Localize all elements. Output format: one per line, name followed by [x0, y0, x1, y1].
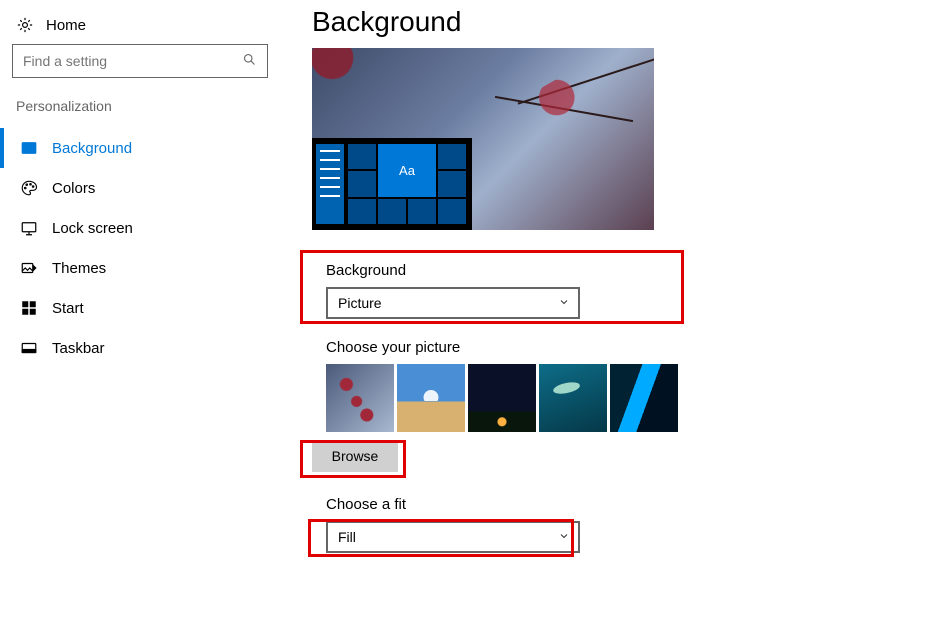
monitor-icon: [20, 219, 38, 237]
sidebar-item-label: Background: [52, 140, 132, 157]
picture-thumbnail[interactable]: [610, 364, 678, 432]
chevron-down-icon: [558, 296, 570, 311]
sidebar-item-label: Start: [52, 300, 84, 317]
preview-accent-tile: Aa: [378, 144, 436, 197]
background-mode-label: Background: [326, 262, 941, 279]
choose-picture-label: Choose your picture: [326, 339, 941, 356]
sidebar-item-background[interactable]: Background: [0, 128, 280, 168]
palette-icon: [20, 179, 38, 197]
search-input[interactable]: [23, 53, 242, 69]
sidebar-item-label: Colors: [52, 180, 95, 197]
fit-select[interactable]: Fill: [326, 521, 580, 553]
picture-thumbnail[interactable]: [326, 364, 394, 432]
sidebar-item-lock-screen[interactable]: Lock screen: [0, 208, 280, 248]
sidebar-item-themes[interactable]: Themes: [0, 248, 280, 288]
picture-thumbnail[interactable]: [468, 364, 536, 432]
sidebar-item-label: Lock screen: [52, 220, 133, 237]
home-nav[interactable]: Home: [0, 10, 280, 44]
chevron-down-icon: [558, 530, 570, 545]
section-header: Personalization: [0, 94, 280, 128]
preview-start-menu: Aa: [312, 138, 472, 230]
picture-thumbnail-row: [326, 364, 941, 432]
background-mode-select[interactable]: Picture: [326, 287, 580, 319]
sidebar-item-label: Themes: [52, 260, 106, 277]
browse-button[interactable]: Browse: [312, 440, 398, 472]
start-grid-icon: [20, 299, 38, 317]
sidebar-item-start[interactable]: Start: [0, 288, 280, 328]
search-input-container[interactable]: [12, 44, 268, 78]
search-icon: [242, 52, 257, 70]
sidebar: Home Personalization Background: [0, 0, 280, 553]
gear-icon: [16, 16, 34, 34]
browse-button-label: Browse: [332, 448, 379, 464]
choose-fit-label: Choose a fit: [326, 496, 941, 513]
sidebar-item-label: Taskbar: [52, 340, 105, 357]
picture-thumbnail[interactable]: [397, 364, 465, 432]
home-label: Home: [46, 17, 86, 34]
taskbar-icon: [20, 339, 38, 357]
themes-icon: [20, 259, 38, 277]
sidebar-item-colors[interactable]: Colors: [0, 168, 280, 208]
fit-select-value: Fill: [338, 529, 356, 545]
picture-thumbnail[interactable]: [539, 364, 607, 432]
background-mode-value: Picture: [338, 295, 382, 311]
picture-icon: [20, 139, 38, 157]
page-title: Background: [312, 6, 941, 38]
desktop-preview: Aa: [312, 48, 654, 230]
main-panel: Background Aa: [280, 0, 941, 553]
sidebar-item-taskbar[interactable]: Taskbar: [0, 328, 280, 368]
